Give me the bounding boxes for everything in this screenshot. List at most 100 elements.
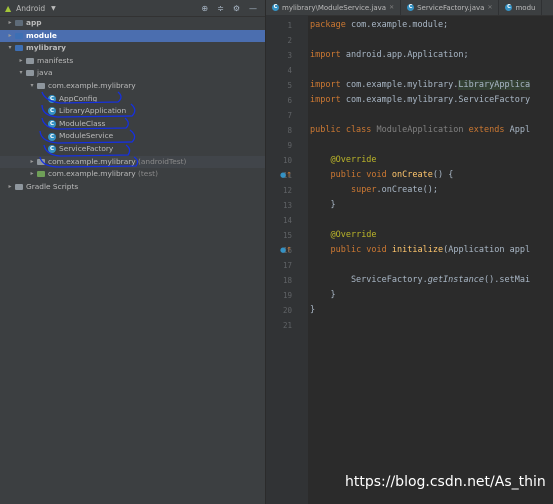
line-number: 19: [282, 291, 292, 300]
tree-item[interactable]: C ServiceFactory: [0, 143, 265, 156]
expanded-arrow-icon[interactable]: ▾: [28, 80, 36, 93]
class-icon: C: [505, 4, 513, 11]
collapsed-arrow-icon[interactable]: ▸: [6, 17, 14, 30]
code-line[interactable]: ServiceFactory.getInstance().setMai: [310, 273, 530, 288]
line-number: 15: [282, 231, 292, 240]
class-icon: C: [48, 107, 56, 116]
code-line[interactable]: }: [310, 198, 335, 213]
tab-label: modu: [515, 3, 536, 12]
code-line[interactable]: @Override: [310, 228, 376, 243]
line-number: 7: [287, 111, 292, 120]
tree-item[interactable]: ▸ com.example.mylibrary (test): [0, 168, 265, 181]
tree-item-suffix: (androidTest): [135, 156, 187, 166]
override-marker-icon[interactable]: ●↑: [280, 171, 292, 179]
folder-icon: [26, 70, 34, 77]
line-number: 10: [282, 156, 292, 165]
class-icon: C: [48, 145, 56, 154]
collapsed-arrow-icon[interactable]: ▸: [6, 30, 14, 43]
collapsed-arrow-icon[interactable]: ▸: [28, 156, 36, 169]
tree-item-label: ServiceFactory: [59, 143, 114, 153]
tree-item[interactable]: ▾ mylibrary: [0, 42, 265, 55]
tree-item[interactable]: ▾ java: [0, 67, 265, 80]
collapsed-arrow-icon[interactable]: ▸: [28, 168, 36, 181]
editor-tab[interactable]: Cmodu: [499, 0, 543, 15]
ide-window: ▲ Android ▼ ⊕ ≑ ⚙ — ▸ app ▸ module ▾ mylibrar…: [0, 0, 553, 504]
code-line[interactable]: import com.example.mylibrary.LibraryAppl…: [310, 78, 531, 93]
collapsed-arrow-icon[interactable]: ▸: [6, 181, 14, 194]
class-icon: C: [48, 94, 56, 103]
code-line[interactable]: public void initialize(Application appl: [310, 243, 530, 258]
tree-item-label: LibraryApplication: [59, 106, 127, 116]
line-number: 17: [282, 261, 292, 270]
line-number: 14: [282, 216, 292, 225]
class-icon: C: [272, 4, 279, 11]
collapsed-arrow-icon[interactable]: ▸: [17, 55, 25, 68]
android-icon: ▲: [5, 3, 12, 13]
line-number: 3: [287, 51, 292, 60]
code-line[interactable]: [310, 213, 315, 228]
line-number: 1: [287, 21, 292, 30]
project-panel: ▲ Android ▼ ⊕ ≑ ⚙ — ▸ app ▸ module ▾ mylibrar…: [0, 0, 265, 504]
class-icon: C: [48, 120, 56, 129]
tree-item-label: java: [37, 68, 53, 78]
code-line[interactable]: }: [310, 288, 335, 303]
tree-item-label: AppConfig: [59, 93, 98, 103]
tab-label: mylibrary\ModuleService.java: [282, 3, 387, 12]
line-number: 9: [287, 141, 292, 150]
code-line[interactable]: super.onCreate();: [310, 183, 438, 198]
tree-item[interactable]: C ModuleService: [0, 130, 265, 143]
class-icon: C: [407, 4, 415, 11]
tree-item[interactable]: ▸ Gradle Scripts: [0, 181, 265, 194]
line-number: 8: [287, 126, 292, 135]
tree-item[interactable]: C LibraryApplication: [0, 105, 265, 118]
editor-tab[interactable]: Cmylibrary\ModuleService.java ✕: [266, 0, 402, 15]
code-line[interactable]: import com.example.mylibrary.ServiceFact…: [310, 93, 530, 108]
tree-item[interactable]: ▸ manifests: [0, 55, 265, 68]
tree-item-label: Gradle Scripts: [26, 181, 79, 191]
code-line[interactable]: [310, 258, 315, 273]
folder-icon: [37, 158, 45, 165]
tree-item[interactable]: ▸ app: [0, 17, 265, 30]
tree-item-label: com.example.mylibrary: [48, 80, 136, 90]
code-line[interactable]: [310, 318, 315, 333]
locate-icon[interactable]: ⊕: [201, 4, 208, 13]
code-line[interactable]: [310, 33, 315, 48]
folder-icon: [15, 32, 23, 39]
code-line[interactable]: package com.example.module;: [310, 18, 448, 33]
line-gutter: 1 2 3 4 5 6 7 8 9 10 11 12 13 14 15 16 17 18 19 20 21 ●↑ ●↑: [266, 15, 308, 504]
close-icon[interactable]: ✕: [487, 4, 492, 11]
override-marker-icon[interactable]: ●↑: [280, 246, 292, 254]
close-icon[interactable]: ✕: [389, 4, 394, 11]
gradle-icon: [15, 183, 23, 190]
code-line[interactable]: @Override: [310, 153, 376, 168]
code-line[interactable]: [310, 63, 315, 78]
chevron-down-icon[interactable]: ▼: [51, 5, 56, 12]
code-line[interactable]: public void onCreate() {: [310, 168, 453, 183]
folder-icon: [26, 57, 34, 64]
code-line[interactable]: [310, 138, 315, 153]
expanded-arrow-icon[interactable]: ▾: [6, 42, 14, 55]
folder-icon: [15, 20, 23, 26]
editor-tab[interactable]: C ServiceFactory.java ✕: [401, 0, 500, 15]
collapse-all-icon[interactable]: ≑: [217, 4, 224, 13]
folder-icon: [37, 171, 45, 178]
project-view-selector[interactable]: Android: [16, 4, 45, 13]
line-number: 5: [287, 81, 292, 90]
code-line[interactable]: [310, 108, 315, 123]
tree-item-label: com.example.mylibrary (androidTest): [48, 156, 187, 166]
tree-item-label: module: [26, 30, 57, 40]
tree-item-label: com.example.mylibrary (test): [48, 169, 158, 179]
tree-item[interactable]: C AppConfig: [0, 93, 265, 106]
tree-item[interactable]: ▾ com.example.mylibrary: [0, 80, 265, 93]
tree-item[interactable]: ▸ module: [0, 29, 265, 43]
code-line[interactable]: import android.app.Application;: [310, 48, 469, 63]
minimize-icon[interactable]: —: [249, 4, 257, 13]
tree-item-label: ModuleService: [59, 131, 114, 141]
code-line[interactable]: }: [310, 303, 315, 318]
code-line[interactable]: public class ModuleApplication extends A…: [310, 123, 530, 138]
gear-icon[interactable]: ⚙: [233, 4, 240, 13]
expanded-arrow-icon[interactable]: ▾: [17, 67, 25, 80]
tree-item-label: mylibrary: [26, 43, 66, 53]
tree-item[interactable]: C ModuleClass: [0, 118, 265, 131]
tree-item[interactable]: ▸ com.example.mylibrary (androidTest): [0, 155, 265, 169]
